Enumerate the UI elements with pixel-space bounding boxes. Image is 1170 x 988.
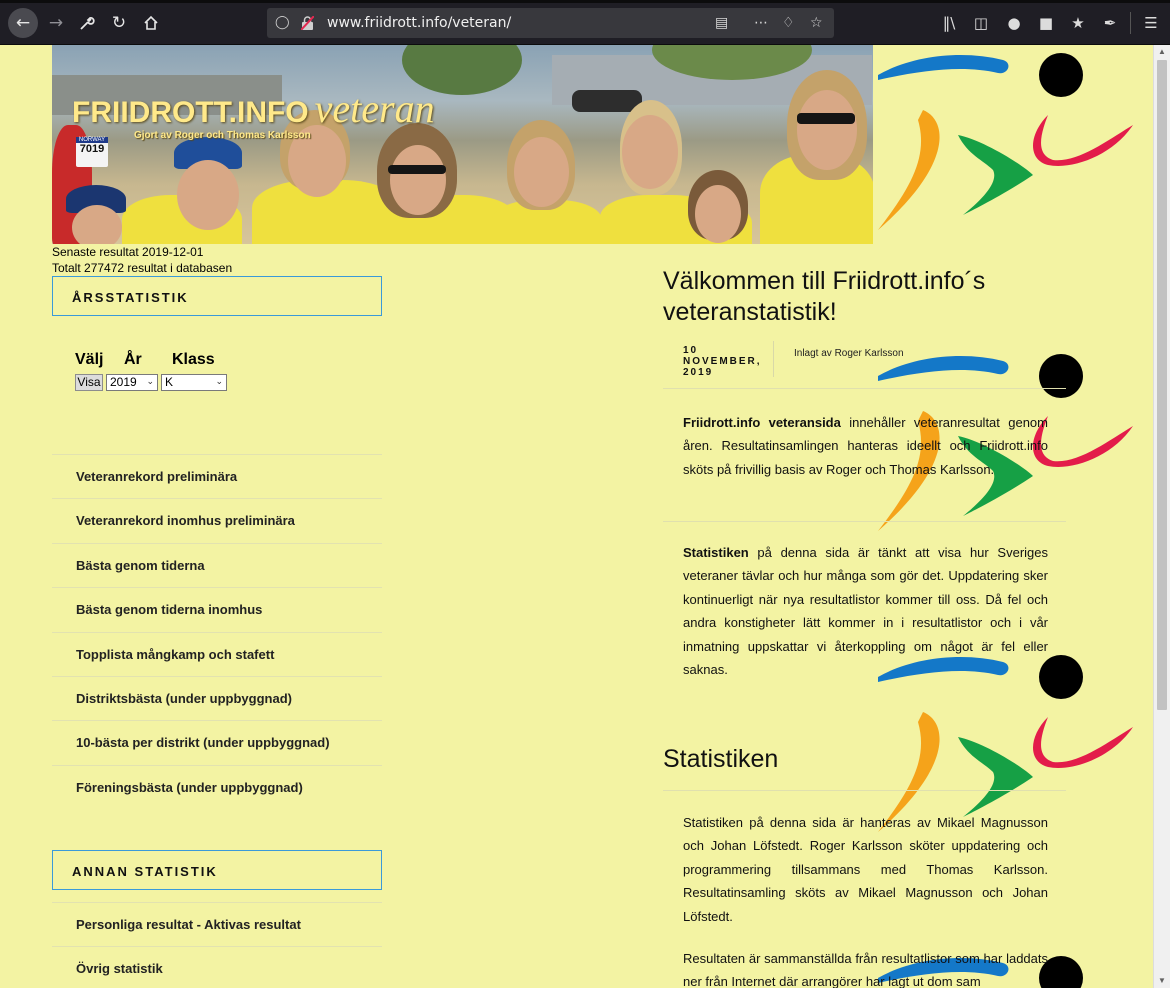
total-results-count: Totalt 277472 resultat i databasen [52, 261, 233, 275]
divider [663, 388, 1066, 389]
menu-item[interactable]: Personliga resultat - Aktivas resultat [52, 902, 382, 946]
library-icon[interactable]: ‖\ [936, 9, 962, 37]
divider [663, 790, 1066, 791]
year-stats-heading-box: ÅRSSTATISTIK [52, 276, 382, 316]
post-author: Inlagt av Roger Karlsson [794, 348, 904, 359]
pen-icon[interactable]: ✒ [1097, 9, 1123, 37]
other-stats-heading-box: ANNAN STATISTIK [52, 850, 382, 890]
year-stats-labels: Välj År Klass [75, 351, 215, 368]
header-banner: NORWAY 7019 FRIIDROTT.INFO veteran Gjort … [52, 45, 873, 244]
latest-result-date: Senaste resultat 2019-12-01 [52, 245, 204, 259]
account-icon[interactable]: ● [1001, 9, 1027, 37]
page-actions-icon[interactable]: ⋯ [754, 8, 768, 38]
menu-item[interactable]: Distriktsbästa (under uppbyggnad) [52, 675, 382, 720]
menu-item[interactable]: Veteranrekord preliminära [52, 454, 382, 498]
site-byline: Gjort av Roger och Thomas Karlsson [134, 130, 311, 141]
menu-item[interactable]: Bästa genom tiderna [52, 542, 382, 587]
address-bar[interactable]: ◯ www.friidrott.info/veteran/ ▤ ⋯ ♢ ☆ [267, 8, 834, 38]
menu-item[interactable]: Föreningsbästa (under uppbyggnad) [52, 764, 382, 809]
sources-paragraph: Resultaten är sammanställda från resulta… [683, 951, 1048, 988]
sidebar-icon[interactable]: ◫ [968, 9, 994, 37]
menu-item[interactable]: Veteranrekord inomhus preliminära [52, 498, 382, 542]
site-title[interactable]: FRIIDROTT.INFO veteran [72, 85, 435, 132]
year-stats-heading: ÅRSSTATISTIK [72, 290, 189, 305]
scroll-down-arrow-icon[interactable]: ▼ [1158, 976, 1166, 985]
post-date: 10 NOVEMBER, 2019 [683, 345, 762, 378]
tab-strip [0, 0, 1170, 3]
chevron-down-icon: ⌄ [146, 377, 154, 387]
date-divider [773, 341, 774, 377]
vertical-scrollbar[interactable]: ▲ ▼ [1153, 45, 1170, 988]
other-stats-menu: Personliga resultat - Aktivas resultat Ö… [52, 902, 382, 988]
other-stats-heading: ANNAN STATISTIK [72, 864, 218, 879]
menu-item[interactable]: Topplista mångkamp och stafett [52, 631, 382, 676]
staff-paragraph: Statistiken på denna sida är hanteras av… [683, 815, 1048, 924]
intro-paragraph: Friidrott.info veteransida innehåller ve… [683, 415, 1048, 477]
back-arrow-icon[interactable]: ← [8, 8, 38, 38]
browser-toolbar: ← → ↻ ◯ www.friidrott.info/veteran/ ▤ ⋯ … [0, 0, 1170, 45]
reload-icon[interactable]: ↻ [105, 9, 133, 37]
menu-item[interactable]: 10-bästa per distrikt (under uppbyggnad) [52, 720, 382, 764]
race-bib: NORWAY 7019 [76, 137, 108, 167]
divider [663, 521, 1066, 522]
extension-icon[interactable]: ★ [1065, 9, 1091, 37]
chevron-down-icon: ⌄ [215, 377, 223, 387]
runner-logo-icon [878, 53, 1133, 230]
statistics-menu: Veteranrekord preliminära Veteranrekord … [52, 454, 382, 809]
show-button[interactable]: Visa [75, 374, 103, 391]
insecure-lock-icon[interactable] [301, 16, 314, 30]
menu-item[interactable]: Bästa genom tiderna inomhus [52, 587, 382, 631]
toolbar-divider [1130, 12, 1131, 34]
menu-icon[interactable]: ☰ [1138, 9, 1164, 37]
reader-view-icon[interactable]: ▤ [715, 8, 728, 38]
home-icon[interactable] [137, 9, 165, 37]
post-title[interactable]: Välkommen till Friidrott.info´s veterans… [663, 266, 1063, 328]
url-text[interactable]: www.friidrott.info/veteran/ [327, 8, 511, 38]
tracking-shield-icon[interactable]: ◯ [275, 8, 290, 38]
scroll-up-arrow-icon[interactable]: ▲ [1158, 47, 1166, 56]
forward-arrow-icon[interactable]: → [42, 9, 70, 37]
class-select[interactable]: K ⌄ [161, 374, 227, 391]
statistics-paragraph: Statistiken på denna sida är tänkt att v… [683, 545, 1048, 678]
menu-item[interactable]: Övrig statistik [52, 946, 382, 988]
bookmark-star-icon[interactable]: ☆ [810, 8, 823, 38]
extension-icon[interactable]: ■ [1033, 9, 1059, 37]
year-select[interactable]: 2019 ⌄ [106, 374, 158, 391]
scrollbar-thumb[interactable] [1157, 60, 1167, 710]
pocket-icon[interactable]: ♢ [782, 8, 795, 38]
wrench-icon[interactable] [73, 9, 101, 37]
section-title: Statistiken [663, 745, 779, 773]
